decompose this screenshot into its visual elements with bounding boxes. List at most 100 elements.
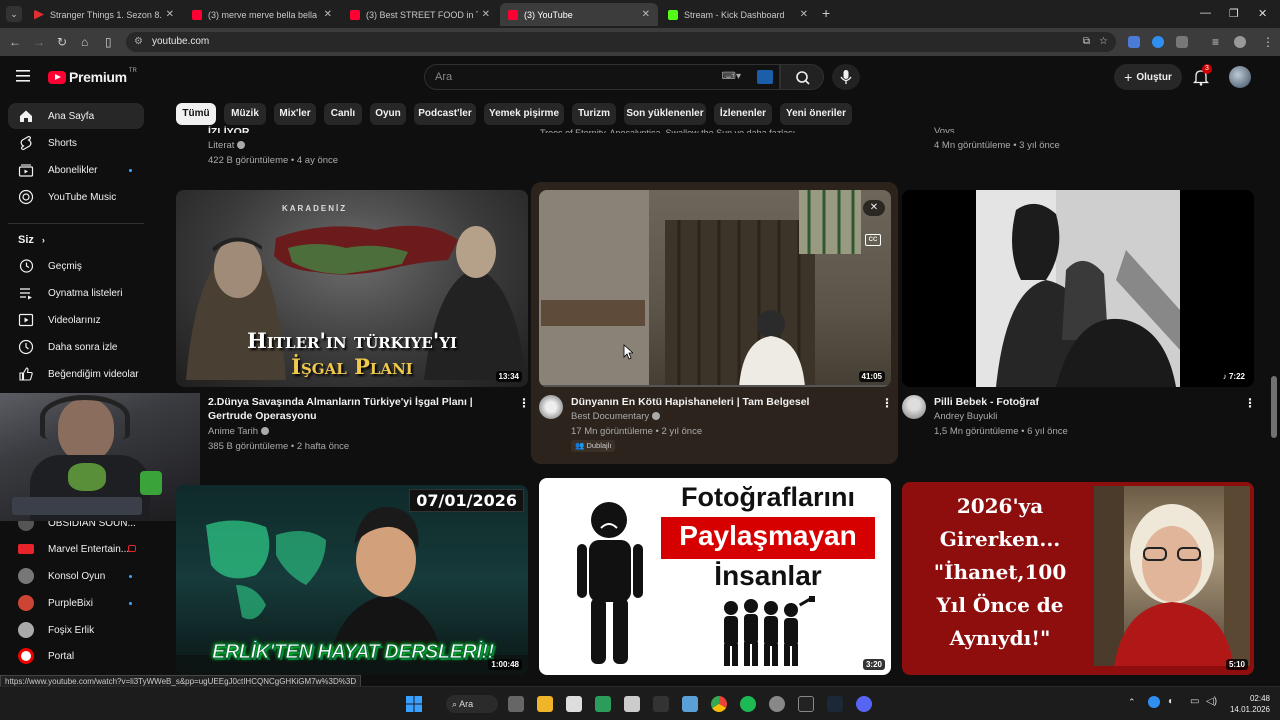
extension-search-icon[interactable] xyxy=(757,70,773,84)
sidebar-item-playlists[interactable]: Oynatma listeleri xyxy=(8,280,144,306)
channel-name[interactable]: Andrey Buyukli xyxy=(934,409,997,424)
site-info-icon[interactable]: ⚙ xyxy=(134,32,143,52)
restore-icon[interactable]: ❐ xyxy=(1229,7,1239,20)
video-title[interactable]: Pilli Bebek - Fotoğraf xyxy=(934,395,1224,409)
channel-avatar[interactable] xyxy=(539,395,563,419)
browser-tab-2[interactable]: (3) Best STREET FOOD in Türkiy ✕ xyxy=(342,3,498,26)
sidebar-sub-item[interactable]: Konsol Oyun xyxy=(8,563,144,589)
new-tab-button[interactable]: + xyxy=(822,5,830,21)
search-input[interactable]: Ara ⌨▾ xyxy=(424,64,780,90)
windows-start-icon[interactable] xyxy=(406,696,422,717)
reading-list-icon[interactable]: ≡ xyxy=(1212,35,1219,49)
sidebar-sub-item[interactable]: Marvel Entertain... xyxy=(8,536,144,562)
video-thumbnail[interactable]: Fotoğraflarını Paylaşmayan İnsanlar 3:20 xyxy=(539,478,891,675)
more-actions-icon[interactable]: ⋮ xyxy=(1244,396,1256,410)
sidebar-item-subscriptions[interactable]: Abonelikler xyxy=(8,157,144,183)
profile-avatar[interactable] xyxy=(1234,36,1246,48)
channel-name[interactable]: Literat xyxy=(208,138,246,153)
display-icon[interactable]: ▭ xyxy=(1190,696,1199,707)
address-bar[interactable]: ⚙ youtube.com ⧉ ☆ xyxy=(126,32,1116,52)
tab-search-button[interactable]: ⌄ xyxy=(6,6,22,22)
page-scrollbar[interactable] xyxy=(1271,376,1277,438)
minimize-icon[interactable]: — xyxy=(1200,7,1211,19)
channel-name[interactable]: Voys xyxy=(934,124,955,133)
channel-name[interactable]: Best Documentary xyxy=(571,409,661,424)
taskbar-search[interactable]: ⌕ Ara xyxy=(446,695,498,713)
browser-menu-icon[interactable]: ⋮ xyxy=(1262,35,1274,49)
reload-icon[interactable]: ↻ xyxy=(57,35,67,49)
app-icon[interactable] xyxy=(595,696,611,712)
forward-icon[interactable]: → xyxy=(33,35,45,49)
channel-name[interactable]: Anime Tarih xyxy=(208,424,269,439)
mute-icon[interactable]: ✕ xyxy=(863,200,885,216)
more-actions-icon[interactable]: ⋮ xyxy=(881,396,893,410)
close-tab-icon[interactable]: ✕ xyxy=(324,9,332,20)
sidebar-item-watch-later[interactable]: Daha sonra izle xyxy=(8,334,144,360)
create-button[interactable]: + Oluştur xyxy=(1114,64,1182,90)
hamburger-menu-icon[interactable] xyxy=(16,69,30,87)
app-icon[interactable] xyxy=(769,696,785,712)
extension-translate-icon[interactable] xyxy=(1128,36,1140,48)
chip-music[interactable]: Müzik xyxy=(224,103,266,125)
install-app-icon[interactable]: ⧉ xyxy=(1083,32,1090,52)
home-icon[interactable]: ⌂ xyxy=(81,35,88,49)
close-tab-icon[interactable]: ✕ xyxy=(642,9,650,20)
app-icon[interactable] xyxy=(653,696,669,712)
search-button[interactable] xyxy=(780,64,824,90)
video-thumbnail[interactable]: ♪ 7:22 xyxy=(902,190,1254,387)
tray-app-icon[interactable]: ◐ xyxy=(1168,696,1174,707)
file-explorer-icon[interactable] xyxy=(537,696,553,712)
chip-mixes[interactable]: Mix'ler xyxy=(274,103,316,125)
notifications-button[interactable]: 3 xyxy=(1192,64,1212,91)
video-thumbnail[interactable]: 07/01/2026 ERLİK'TEN HAYAT DERSLERİ!! 1:… xyxy=(176,485,528,675)
video-title[interactable]: 2.Dünya Savaşında Almanların Türkiye'yi … xyxy=(208,395,508,423)
account-avatar[interactable] xyxy=(1229,66,1251,88)
store-icon[interactable] xyxy=(566,696,582,712)
steam-icon[interactable] xyxy=(827,696,843,712)
browser-tab-1[interactable]: (3) merve merve bella bella - Yo ✕ xyxy=(184,3,340,26)
bookmark-star-icon[interactable]: ☆ xyxy=(1099,32,1108,52)
taskbar-clock[interactable]: 02:48 14.01.2026 xyxy=(1226,693,1270,715)
sidebar-sub-item[interactable]: PurpleBixi xyxy=(8,590,144,616)
close-tab-icon[interactable]: ✕ xyxy=(800,9,808,20)
video-title-partial[interactable]: İZLİYOR. xyxy=(208,125,508,133)
preview-progress-bar[interactable] xyxy=(539,385,891,387)
volume-icon[interactable]: ◁) xyxy=(1206,696,1217,707)
sidebar-item-history[interactable]: Geçmiş xyxy=(8,253,144,279)
more-actions-icon[interactable]: ⋮ xyxy=(518,396,530,410)
tray-app-icon[interactable] xyxy=(1148,696,1160,708)
chip-podcasts[interactable]: Podcast'ler xyxy=(414,103,476,125)
browser-tab-active[interactable]: (3) YouTube ✕ xyxy=(500,3,658,26)
channel-avatar[interactable] xyxy=(902,395,926,419)
close-tab-icon[interactable]: ✕ xyxy=(482,9,490,20)
split-view-icon[interactable]: ▯ xyxy=(105,35,112,49)
chip-tourism[interactable]: Turizm xyxy=(572,103,616,125)
video-thumbnail[interactable]: 2026'ya Girerken... "İhanet,100 Yıl Önce… xyxy=(902,482,1254,675)
extension-vpn-icon[interactable] xyxy=(1152,36,1164,48)
chip-live[interactable]: Canlı xyxy=(324,103,362,125)
video-thumbnail[interactable]: KARADENİZ Hitler'in türkiye'yi İşgal Pla… xyxy=(176,190,528,387)
chip-recently-uploaded[interactable]: Son yüklenenler xyxy=(624,103,706,125)
video-title[interactable]: Dünyanın En Kötü Hapishaneleri | Tam Bel… xyxy=(571,395,871,409)
sidebar-item-liked-videos[interactable]: Beğendiğim videolar xyxy=(8,361,144,387)
app-icon[interactable] xyxy=(624,696,640,712)
chip-gaming[interactable]: Oyun xyxy=(370,103,406,125)
sidebar-item-your-videos[interactable]: Videolarınız xyxy=(8,307,144,333)
app-icon[interactable] xyxy=(682,696,698,712)
chip-watched[interactable]: İzlenenler xyxy=(714,103,772,125)
spotify-icon[interactable] xyxy=(740,696,756,712)
chip-new-to-you[interactable]: Yeni öneriler xyxy=(780,103,852,125)
browser-tab-0[interactable]: Stranger Things 1. Sezon 8. Bölü ✕ xyxy=(26,3,182,26)
keyboard-translate-icon[interactable]: ⌨▾ xyxy=(722,65,741,89)
captions-icon[interactable]: CC xyxy=(865,234,881,246)
sidebar-item-home[interactable]: Ana Sayfa xyxy=(8,103,144,129)
tray-overflow-icon[interactable]: ⌃ xyxy=(1128,697,1136,708)
window-close-icon[interactable]: ✕ xyxy=(1258,7,1267,20)
close-tab-icon[interactable]: ✕ xyxy=(166,9,174,20)
sidebar-sub-item[interactable]: Foşix Erlik xyxy=(8,617,144,643)
sidebar-item-shorts[interactable]: Shorts xyxy=(8,130,144,156)
terminal-icon[interactable] xyxy=(798,696,814,712)
back-icon[interactable]: ← xyxy=(9,35,21,49)
browser-tab-4[interactable]: Stream - Kick Dashboard ✕ xyxy=(660,3,816,26)
extensions-puzzle-icon[interactable] xyxy=(1176,36,1188,48)
